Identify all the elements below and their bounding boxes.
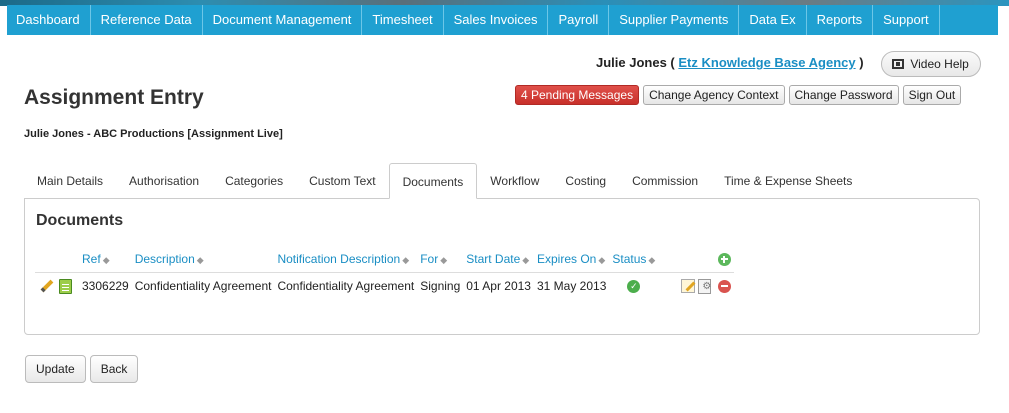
back-button[interactable]: Back [89, 355, 139, 383]
col-expires-on[interactable]: Expires On ◆ [533, 246, 610, 273]
assignment-subtitle: Julie Jones - ABC Productions [Assignmen… [24, 128, 283, 140]
nav-document-management[interactable]: Document Management [203, 5, 363, 35]
footer-buttons: Update Back [25, 355, 139, 383]
tab-main-details[interactable]: Main Details [24, 163, 116, 199]
table-row: 3306229 Confidentiality Agreement Confid… [35, 272, 734, 300]
col-for[interactable]: For ◆ [417, 246, 464, 273]
col-ref[interactable]: Ref ◆ [79, 246, 132, 273]
header-buttons: 4 Pending Messages Change Agency Context… [515, 85, 962, 105]
sort-icon: ◆ [402, 254, 410, 265]
nav-reference-data[interactable]: Reference Data [91, 5, 203, 35]
cell-description: Confidentiality Agreement [134, 279, 272, 294]
col-status[interactable]: Status ◆ [609, 246, 659, 273]
document-settings-icon[interactable] [698, 278, 712, 294]
tab-costing[interactable]: Costing [552, 163, 619, 199]
sort-icon: ◆ [522, 254, 530, 265]
agency-link[interactable]: Etz Knowledge Base Agency [678, 55, 855, 70]
edit-icon[interactable] [680, 279, 695, 294]
cell-for: Signing [420, 279, 461, 294]
nav-data-ex[interactable]: Data Ex [739, 5, 807, 35]
sign-out-button[interactable]: Sign Out [902, 85, 962, 105]
update-button[interactable]: Update [25, 355, 86, 383]
cell-expires-on: 31 May 2013 [536, 279, 607, 294]
user-info-close: ) [859, 55, 864, 70]
documents-table: Ref ◆ Description ◆ Notification Descripti… [35, 246, 735, 300]
documents-panel: Documents Ref ◆ Description ◆ Notification… [24, 198, 980, 335]
video-help-label: Video Help [910, 57, 969, 71]
sort-icon: ◆ [598, 254, 606, 265]
film-icon [892, 59, 904, 69]
change-password-button[interactable]: Change Password [788, 85, 899, 105]
sort-icon: ◆ [196, 254, 204, 265]
tab-custom-text[interactable]: Custom Text [296, 163, 388, 199]
sort-icon: ◆ [102, 254, 110, 265]
pencil-icon[interactable] [40, 280, 54, 293]
nav-sales-invoices[interactable]: Sales Invoices [444, 5, 549, 35]
col-description[interactable]: Description ◆ [131, 246, 275, 273]
nav-payroll[interactable]: Payroll [548, 5, 610, 35]
col-start-date[interactable]: Start Date ◆ [463, 246, 534, 273]
sort-icon: ◆ [648, 254, 656, 265]
tab-commission[interactable]: Commission [619, 163, 711, 199]
user-name: Julie Jones ( [596, 55, 675, 70]
table-header-row: Ref ◆ Description ◆ Notification Descripti… [35, 246, 735, 273]
pending-messages-button[interactable]: 4 Pending Messages [515, 85, 640, 105]
nav-reports[interactable]: Reports [807, 5, 874, 35]
tab-workflow[interactable]: Workflow [477, 163, 552, 199]
main-nav: Dashboard Reference Data Document Manage… [7, 5, 998, 35]
nav-supplier-payments[interactable]: Supplier Payments [609, 5, 740, 35]
tab-documents[interactable]: Documents [388, 163, 478, 199]
tab-bar: Main Details Authorisation Categories Cu… [24, 163, 865, 199]
cell-ref: 3306229 [82, 279, 129, 294]
nav-timesheet[interactable]: Timesheet [362, 5, 444, 35]
add-document-icon[interactable] [717, 252, 731, 266]
documents-title: Documents [36, 212, 124, 229]
page-title: Assignment Entry [24, 86, 204, 109]
tab-time-expense-sheets[interactable]: Time & Expense Sheets [711, 163, 865, 199]
video-help-button[interactable]: Video Help [881, 51, 981, 77]
change-agency-context-button[interactable]: Change Agency Context [643, 85, 785, 105]
status-ok-icon: ✓ [627, 280, 641, 294]
user-info: Julie Jones ( Etz Knowledge Base Agency … [596, 55, 864, 70]
col-notification-description[interactable]: Notification Description ◆ [274, 246, 418, 273]
remove-icon[interactable] [717, 280, 731, 294]
tab-categories[interactable]: Categories [212, 163, 296, 199]
sort-icon: ◆ [440, 254, 448, 265]
nav-dashboard[interactable]: Dashboard [7, 5, 91, 35]
cell-notification: Confidentiality Agreement [277, 279, 415, 294]
tab-authorisation[interactable]: Authorisation [116, 163, 212, 199]
document-icon[interactable] [59, 278, 73, 294]
cell-start-date: 01 Apr 2013 [466, 279, 531, 294]
nav-support[interactable]: Support [873, 5, 940, 35]
